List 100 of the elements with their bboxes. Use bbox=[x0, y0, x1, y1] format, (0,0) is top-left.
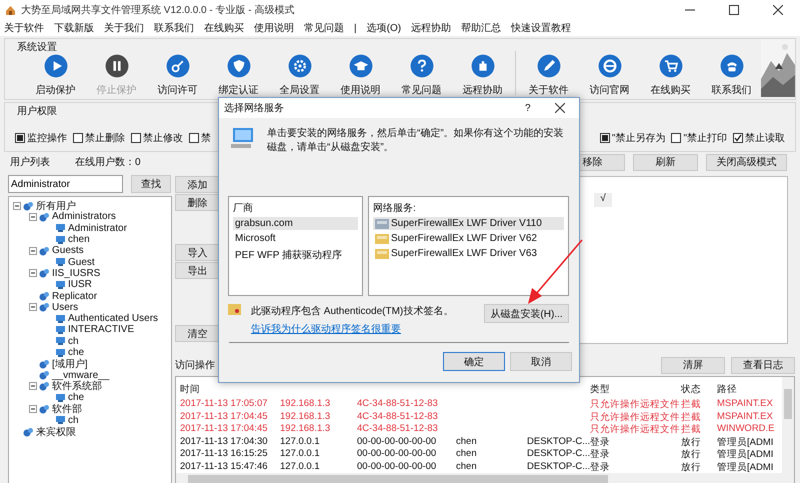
table-cell-text: 2017-11-13 15:47:46 bbox=[180, 460, 269, 474]
toolbar-button[interactable]: 关于软件 bbox=[518, 54, 579, 97]
collapse-icon[interactable] bbox=[29, 246, 37, 255]
column-header[interactable]: 时间 bbox=[180, 383, 280, 398]
menu-item[interactable]: 快速设置教程 bbox=[511, 21, 572, 35]
checkbox[interactable] bbox=[15, 133, 25, 143]
checkbox[interactable] bbox=[189, 133, 199, 143]
tree-item[interactable]: IUSR bbox=[68, 279, 92, 290]
log-button[interactable]: 查看日志 bbox=[731, 356, 795, 374]
toolbar-button[interactable]: 绑定认证 bbox=[208, 54, 269, 97]
tree-item[interactable]: 软件部 bbox=[52, 402, 82, 416]
help-button[interactable]: ? bbox=[525, 102, 555, 114]
list-item[interactable]: SuperFirewallEx LWF Driver V110 bbox=[373, 217, 564, 230]
collapse-icon[interactable] bbox=[29, 212, 37, 221]
checkbox[interactable] bbox=[733, 133, 743, 143]
list-item[interactable]: Microsoft bbox=[233, 232, 358, 245]
app-icon bbox=[5, 4, 16, 16]
action-button[interactable]: 刷新 bbox=[633, 154, 698, 170]
tree-item[interactable]: Administrators bbox=[52, 211, 116, 222]
search-button[interactable]: 查找 bbox=[131, 175, 171, 193]
tree-item[interactable]: ch bbox=[68, 414, 79, 426]
help-link[interactable]: 告诉我为什么驱动程序签名很重要 bbox=[251, 322, 454, 336]
table-cell-text: MSPAINT.EX bbox=[717, 398, 774, 411]
side-button[interactable]: 清空 bbox=[175, 325, 220, 342]
side-button[interactable]: 删除 bbox=[175, 194, 220, 211]
tree-item[interactable]: Administrator bbox=[68, 222, 127, 234]
toolbar-button[interactable]: 使用说明 bbox=[330, 54, 391, 97]
search-field[interactable]: Administrator bbox=[8, 175, 123, 193]
tree-item[interactable]: che bbox=[68, 392, 84, 404]
list-item[interactable]: PEF WFP 捕获驱动程序 bbox=[233, 247, 358, 263]
menu-item[interactable]: 远程协助 bbox=[411, 21, 452, 35]
group-title: 系统设置 bbox=[15, 40, 59, 54]
toolbar-button[interactable]: 访问官网 bbox=[579, 54, 640, 97]
tree-item[interactable]: __vmware__ bbox=[52, 370, 110, 381]
column-header[interactable]: 状态 bbox=[681, 383, 717, 398]
user-icon bbox=[55, 324, 66, 335]
table-cell-text: 登录 bbox=[590, 436, 611, 448]
disk-install-button[interactable]: 从磁盘安装(H)... bbox=[484, 304, 569, 323]
collapse-icon[interactable] bbox=[29, 382, 37, 390]
collapse-icon[interactable] bbox=[29, 303, 37, 312]
tree-item[interactable]: Guests bbox=[52, 245, 84, 256]
ok-button[interactable]: 确定 bbox=[443, 352, 505, 371]
toolbar-button[interactable]: 在线购买 bbox=[640, 54, 701, 97]
tree-item[interactable]: Users bbox=[52, 302, 78, 313]
menu-item[interactable]: 关于软件 bbox=[4, 21, 44, 35]
toolbar-button[interactable]: 联系我们 bbox=[701, 54, 762, 97]
action-button[interactable]: 关闭高级模式 bbox=[706, 154, 787, 170]
collapse-icon[interactable] bbox=[29, 269, 37, 278]
menu-item[interactable]: 联系我们 bbox=[154, 21, 194, 35]
tree-item[interactable]: INTERACTIVE bbox=[68, 324, 134, 336]
tree-item[interactable]: [域用户] bbox=[52, 356, 88, 371]
tree-item[interactable]: che bbox=[68, 347, 84, 358]
collapse-icon[interactable] bbox=[29, 404, 37, 413]
table-cell-text: 127.0.0.1 bbox=[280, 436, 321, 448]
maximize-icon[interactable] bbox=[729, 5, 739, 15]
close-icon[interactable] bbox=[555, 103, 565, 113]
close-icon[interactable] bbox=[773, 5, 783, 15]
tree-item[interactable]: ch bbox=[68, 336, 79, 347]
cancel-button[interactable]: 取消 bbox=[510, 352, 572, 371]
tree-item[interactable]: 来宾权限 bbox=[36, 424, 76, 439]
menu-item[interactable]: | bbox=[354, 22, 357, 34]
vertical-scrollbar[interactable] bbox=[782, 377, 794, 473]
tree-item[interactable]: 所有用户 bbox=[36, 198, 76, 213]
tree-item[interactable]: IIS_IUSRS bbox=[52, 268, 100, 279]
tree-item[interactable]: 软件系统部 bbox=[52, 379, 102, 394]
toolbar-button[interactable]: 远程协助 bbox=[452, 54, 513, 97]
menu-item[interactable]: 使用说明 bbox=[254, 21, 294, 35]
menu-item[interactable]: 帮助汇总 bbox=[461, 21, 502, 35]
list-item[interactable]: grabsun.com bbox=[233, 217, 358, 230]
checkbox[interactable] bbox=[600, 133, 610, 143]
menu-item[interactable]: 常见问题 bbox=[304, 21, 344, 35]
tree-item[interactable]: chen bbox=[68, 234, 90, 246]
menu-item[interactable]: 下载新版 bbox=[54, 21, 94, 35]
cap-icon bbox=[348, 54, 372, 78]
online-count: 在线用户数：0 bbox=[75, 156, 142, 169]
list-item[interactable]: SuperFirewallEx LWF Driver V63 bbox=[373, 247, 564, 260]
side-button[interactable]: 导出 bbox=[175, 262, 220, 279]
tree-item[interactable]: Authenticated Users bbox=[68, 313, 158, 324]
checkbox[interactable] bbox=[131, 133, 141, 143]
column-header[interactable]: 路径 bbox=[717, 383, 777, 398]
tree-item[interactable]: Guest bbox=[68, 256, 95, 268]
checkbox[interactable] bbox=[73, 133, 83, 143]
menu-item[interactable]: 关于我们 bbox=[104, 21, 144, 35]
column-header[interactable]: 类型 bbox=[590, 383, 681, 398]
log-button[interactable]: 清屏 bbox=[661, 356, 725, 374]
menu-item[interactable]: 选项(O) bbox=[366, 21, 402, 35]
list-item[interactable]: SuperFirewallEx LWF Driver V62 bbox=[373, 232, 564, 245]
toolbar-button[interactable]: 常见问题 bbox=[391, 54, 452, 97]
checkbox[interactable] bbox=[671, 133, 682, 143]
collapse-icon[interactable] bbox=[13, 202, 21, 210]
toolbar-button[interactable]: 全局设置 bbox=[269, 54, 330, 97]
table-cell-text: 拦截 bbox=[681, 423, 702, 436]
side-button[interactable]: 添加 bbox=[175, 176, 220, 193]
side-button[interactable]: 导入 bbox=[175, 244, 220, 261]
toolbar-button[interactable]: 访问许可 bbox=[147, 54, 208, 97]
tree-item[interactable]: Replicator bbox=[52, 290, 98, 302]
toolbar-button[interactable]: 启动保护 bbox=[25, 54, 86, 97]
users-icon bbox=[39, 291, 50, 302]
horizontal-scrollbar[interactable] bbox=[176, 473, 794, 483]
menu-item[interactable]: 在线购买 bbox=[204, 21, 244, 35]
